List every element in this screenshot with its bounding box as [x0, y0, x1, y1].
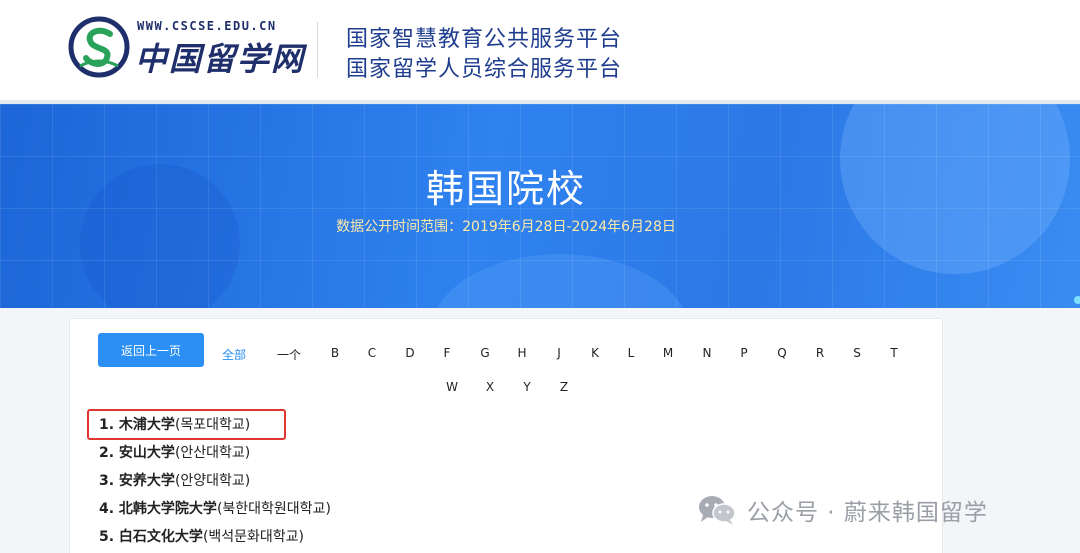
list-item[interactable]: 2. 安山大学(안산대학교) [99, 443, 331, 471]
page-title: 韩国院校 [425, 167, 586, 211]
watermark-text: 公众号 · 蔚来韩国留学 [747, 500, 988, 526]
filter-letter-j[interactable]: J [557, 346, 561, 360]
page-banner: 韩国院校 数据公开时间范围：2019年6月28日-2024年6月28日 [0, 104, 1080, 308]
header-divider [317, 22, 318, 78]
filter-letter-t[interactable]: T [890, 346, 897, 360]
filter-letter-x[interactable]: X [486, 380, 494, 394]
filter-letter-p[interactable]: P [740, 346, 747, 360]
filter-all[interactable]: 全部 [222, 346, 246, 363]
university-name-cn: 2. 安山大学 [99, 445, 175, 461]
filter-letter-k[interactable]: K [591, 346, 599, 360]
filter-letter-z[interactable]: Z [560, 380, 568, 394]
university-name-cn: 1. 木浦大学 [99, 417, 175, 433]
filter-letter-b[interactable]: B [331, 346, 339, 360]
university-name-cn: 3. 安养大学 [99, 473, 175, 489]
university-name-cn: 4. 北韩大学院大学 [99, 501, 217, 517]
university-name-ko: (안양대학교) [174, 473, 251, 489]
list-item[interactable]: 1. 木浦大学(목포대학교) [99, 415, 331, 443]
filter-letter-q[interactable]: Q [777, 346, 786, 360]
filter-letter-f[interactable]: F [444, 346, 451, 360]
filter-letter-l[interactable]: L [628, 346, 635, 360]
filter-letter-c[interactable]: C [368, 346, 376, 360]
platform-title-1: 国家智慧教育公共服务平台 [346, 27, 623, 52]
filter-letter-h[interactable]: H [517, 346, 526, 360]
filter-letter-y[interactable]: Y [523, 380, 530, 394]
university-list: 1. 木浦大学(목포대학교) 2. 安山大学(안산대학교) 3. 安养大学(안양… [99, 415, 331, 553]
university-name-ko: (북한대학원대학교) [216, 501, 331, 517]
data-date-range: 数据公开时间范围：2019年6月28日-2024年6月28日 [336, 219, 676, 235]
filter-letter-m[interactable]: M [663, 346, 673, 360]
list-item[interactable]: 5. 白石文化大学(백석문화대학교) [99, 527, 331, 553]
university-name-ko: (목포대학교) [174, 417, 251, 433]
filter-letter-n[interactable]: N [703, 346, 712, 360]
wechat-watermark: 公众号 · 蔚来韩国留学 [697, 492, 988, 528]
filter-letter-w[interactable]: W [446, 380, 458, 394]
cscse-logo-icon[interactable] [68, 16, 130, 78]
list-item[interactable]: 4. 北韩大学院大学(북한대학원대학교) [99, 499, 331, 527]
filter-letter-r[interactable]: R [816, 346, 824, 360]
back-button[interactable]: 返回上一页 [98, 333, 204, 367]
site-url: WWW.CSCSE.EDU.CN [137, 19, 277, 33]
university-name-ko: (백석문화대학교) [202, 529, 305, 545]
university-name-ko: (안산대학교) [174, 445, 251, 461]
edge-dot-icon [1074, 296, 1080, 304]
filter-letter-g[interactable]: G [480, 346, 489, 360]
site-name[interactable]: 中国留学网 [135, 34, 305, 80]
site-header: WWW.CSCSE.EDU.CN 中国留学网 国家智慧教育公共服务平台 国家留学… [0, 0, 1080, 100]
platform-title-2: 国家留学人员综合服务平台 [346, 57, 623, 82]
list-item[interactable]: 3. 安养大学(안양대학교) [99, 471, 331, 499]
filter-letter-s[interactable]: S [853, 346, 861, 360]
filter-letter-yige[interactable]: 一个 [277, 346, 301, 363]
wechat-icon [699, 496, 736, 525]
filter-letter-d[interactable]: D [405, 346, 414, 360]
university-name-cn: 5. 白石文化大学 [99, 529, 203, 545]
